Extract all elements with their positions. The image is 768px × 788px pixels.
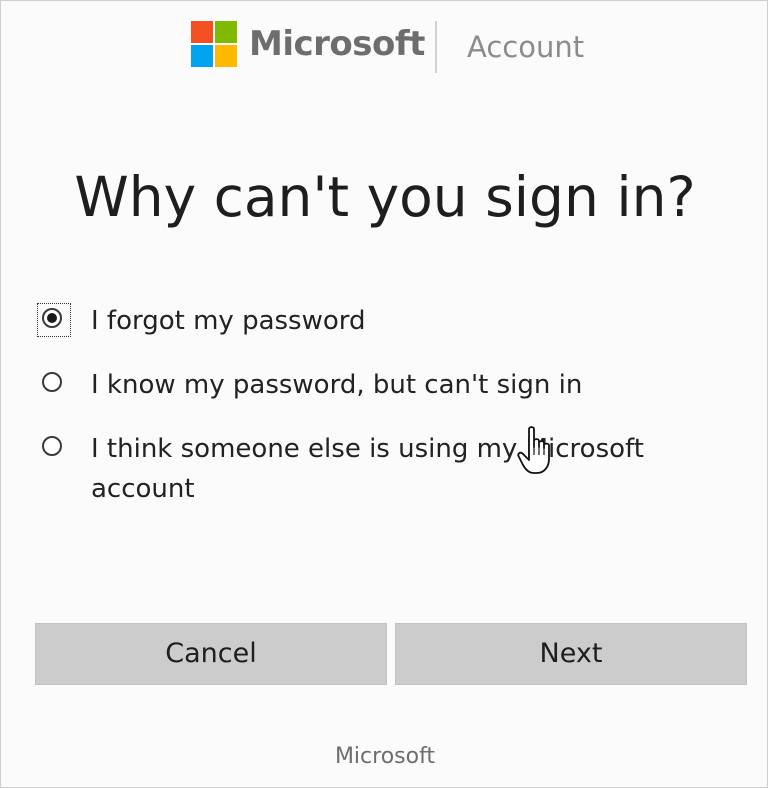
radio-button-forgot-password[interactable] [42,308,62,328]
header: Microsoft Account [1,15,767,79]
option-label[interactable]: I know my password, but can't sign in [91,365,711,405]
footer-brand: Microsoft [334,744,436,769]
radio-focus-ring[interactable] [37,367,71,401]
next-button[interactable]: Next [395,623,747,685]
header-divider [435,21,437,73]
microsoft-logo-icon [191,21,237,67]
section-label: Account [467,30,585,64]
logo-square-red [191,21,213,43]
logo-square-green [215,21,237,43]
page-title: Why can't you sign in? [74,165,696,229]
radio-focus-ring[interactable] [37,303,71,337]
option-label[interactable]: I think someone else is using my Microso… [91,429,711,509]
logo-square-blue [191,45,213,67]
dialog-frame: Microsoft Account Why can't you sign in?… [0,0,768,788]
hand-pointer-icon [517,426,550,474]
option-label[interactable]: I forgot my password [91,301,711,341]
radio-focus-ring[interactable] [37,431,71,465]
logo-square-yellow [215,45,237,67]
radio-button-know-password[interactable] [42,372,62,392]
radio-selected-dot [47,313,57,323]
radio-button-someone-else[interactable] [42,436,62,456]
cancel-button[interactable]: Cancel [35,623,387,685]
brand-name: Microsoft [249,24,425,64]
